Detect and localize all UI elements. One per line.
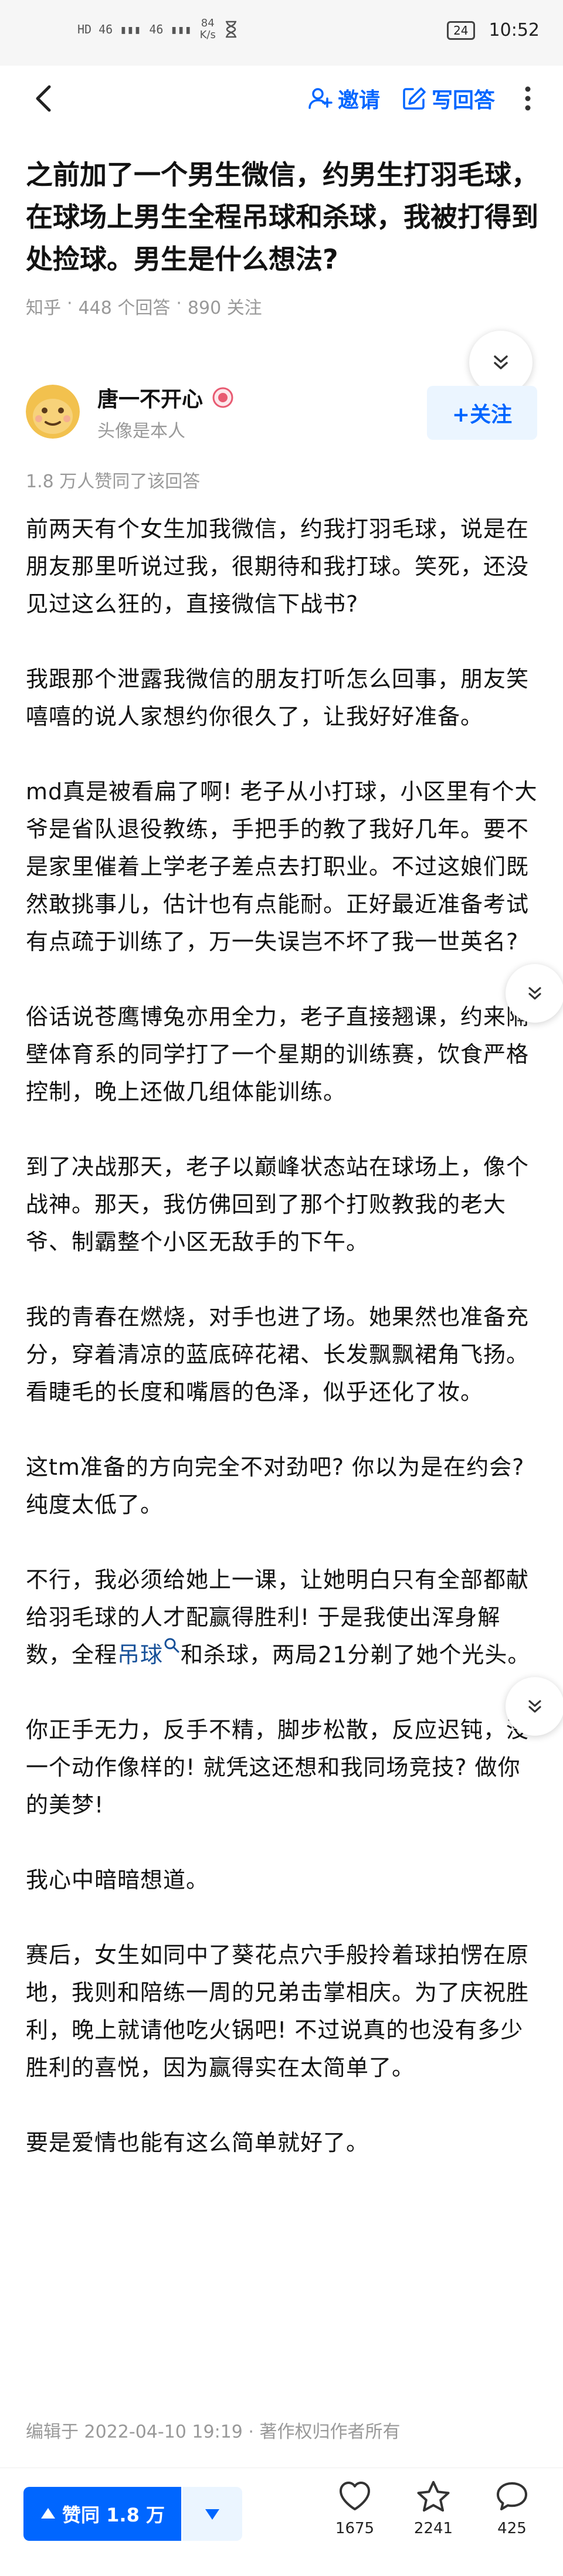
star-icon [417,2481,450,2512]
avatar[interactable] [26,385,80,439]
upvote-note: 1.8 万人赞同了该回答 [26,471,201,492]
like-count: 1675 [335,2520,375,2537]
author-name-text: 唐一不开心 [97,388,204,412]
invite-button[interactable]: 邀请 [307,83,380,114]
answer-paragraph: md真是被看扁了啊! 老子从小打球，小区里有个大爷是省队退役教练，手把手的教了我… [26,779,538,955]
signal-indicator-1: HD 46 ▮▮▮ [77,22,141,36]
edit-meta: 编辑于 2022-04-10 19:19 · 著作权归作者所有 [26,2422,401,2442]
answer-paragraph: 俗话说苍鹰博兔亦用全力，老子直接翘课，约来隔壁体育系的同学打了一个星期的训练赛，… [26,1004,530,1105]
chevron-down-icon [528,987,541,1000]
network-speed: 84 K/s [200,18,216,41]
answer-paragraph: 到了决战那天，老子以巅峰状态站在球场上，像个战神。那天，我仿佛回到了那个打败教我… [26,1154,530,1255]
answer-paragraph: 我的青春在燃烧，对手也进了场。她果然也准备充分，穿着清凉的蓝底碎花裙、长发飘飘裙… [26,1304,530,1405]
nav-bar: 邀请 写回答 [0,66,563,131]
hourglass-icon [225,21,236,38]
upvote-arrow-icon [41,2508,55,2519]
battery-indicator: 24 [447,21,475,40]
write-answer-label: 写回答 [431,89,495,113]
invite-label: 邀请 [337,89,380,113]
follow-button[interactable]: +关注 [427,386,537,440]
status-right: 24 10:52 [447,20,540,40]
answer-paragraph: 不行，我必须给她上一课，让她明白只有全部都献给羽毛球的人才配赢得胜利! 于是我使… [26,1561,542,1674]
invite-icon [308,88,333,109]
question-title[interactable]: 之前加了一个男生微信，约男生打羽毛球，在球场上男生全程吊球和杀球，我被打得到处捡… [26,154,542,280]
nav-actions: 邀请 写回答 [307,82,540,115]
chevron-down-icon [494,355,508,369]
vote-group: 赞同 1.8 万 [23,2487,242,2541]
comment-count: 425 [497,2520,527,2537]
network-speed-value: 84 [201,17,215,29]
upvote-button[interactable]: 赞同 1.8 万 [23,2487,181,2541]
answer-count[interactable]: 448 个回答 [79,293,171,319]
favorite-count: 2241 [413,2520,453,2537]
question-meta: 知乎 · 448 个回答 · 890 关注 [26,293,262,319]
answer-paragraph: 赛后，女生如同中了葵花点穴手般拎着球拍愣在原地，我则和陪练一周的兄弟击掌相庆。为… [26,1942,530,2081]
answer-paragraph: 你正手无力，反手不精，脚步松散，反应迟钝，没一个动作像样的! 就凭这还想和我同场… [26,1717,530,1818]
favorite-button[interactable]: 2241 [401,2480,466,2537]
meta-separator: · [67,293,73,314]
upvote-label: 赞同 1.8 万 [62,2504,165,2526]
collapse-button[interactable] [469,331,533,394]
downvote-button[interactable] [181,2487,242,2541]
write-answer-button[interactable]: 写回答 [401,83,495,114]
author-bio: 头像是本人 [97,421,185,442]
bottom-action-bar: 赞同 1.8 万 1675 2241 425 [0,2468,563,2576]
collapse-button[interactable] [506,1677,563,1736]
answer-paragraph: 前两天有个女生加我微信，约我打羽毛球，说是在朋友那里听说过我，很期待和我打球。笑… [26,516,530,617]
author-name[interactable]: 唐一不开心 [97,382,235,413]
follower-count: 890 关注 [187,298,262,318]
comment-button[interactable]: 425 [480,2480,544,2537]
network-speed-unit: K/s [199,29,216,41]
back-icon[interactable] [28,82,61,115]
keyword-link[interactable]: 吊球 [117,1642,163,1668]
write-icon [403,87,426,110]
answer-paragraph: 要是爱情也能有这么简单就好了。 [26,2130,369,2156]
answer-paragraph: 这tm准备的方向完全不对劲吧? 你以为是在约会? 纯度太低了。 [26,1454,525,1518]
signal-indicator-2: 46 ▮▮▮ [149,22,192,36]
meta-separator: · [176,293,182,314]
chevron-down-icon [528,1700,541,1713]
status-bar: HD 46 ▮▮▮ 46 ▮▮▮ 84 K/s 24 10:52 [0,0,563,66]
search-icon[interactable] [163,1637,181,1654]
more-icon[interactable] [516,82,540,115]
collapse-button[interactable] [506,964,563,1023]
badge-icon [212,387,233,408]
status-left: HD 46 ▮▮▮ 46 ▮▮▮ 84 K/s [77,18,238,41]
answer-body: 前两天有个女生加我微信，约我打羽毛球，说是在朋友那里听说过我，很期待和我打球。笑… [26,510,542,2199]
downvote-arrow-icon [205,2509,219,2520]
question-source[interactable]: 知乎 [26,293,61,319]
answer-paragraph: 我跟那个泄露我微信的朋友打听怎么回事，朋友笑嘻嘻的说人家想约你很久了，让我好好准… [26,666,530,729]
like-button[interactable]: 1675 [323,2480,387,2537]
clock: 10:52 [489,20,540,40]
answer-paragraph: 我心中暗暗想道。 [26,1867,209,1893]
paragraph-text: 和杀球，两局21分剃了她个光头。 [181,1642,531,1668]
comment-icon [497,2482,527,2510]
heart-icon [340,2482,370,2510]
